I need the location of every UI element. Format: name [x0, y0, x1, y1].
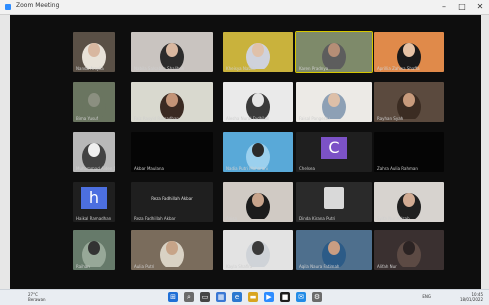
participant-tile[interactable]: Rayhan Syah: [374, 82, 444, 122]
participant-video: [397, 193, 421, 219]
participant-name: Haikal Ramadhan: [76, 216, 112, 221]
participant-name: Karen Pradnya: [299, 66, 329, 71]
participant-name: Dinda Kirana Putri: [299, 216, 336, 221]
window-title: Zoom Meeting: [16, 2, 60, 9]
participant-tile[interactable]: Alifah Nur: [374, 230, 444, 270]
participant-name: Akbar Maulana: [134, 166, 164, 171]
participant-video: [246, 93, 270, 119]
participant-tile[interactable]: Dinda Kirana Putri: [296, 182, 372, 222]
participant-name: Nadia Putri Maharani: [226, 166, 268, 171]
close-button[interactable]: ✕: [471, 0, 489, 14]
participant-video: [82, 241, 106, 267]
clock-date[interactable]: 18/01/2022: [460, 297, 483, 302]
participant-video: [322, 93, 346, 119]
store-icon[interactable]: ■: [280, 292, 290, 302]
participant-name: Nabila Salsabila Shalihah: [134, 66, 185, 71]
participant-tile[interactable]: Syifa Nur Azizah: [374, 182, 444, 222]
participant-tile[interactable]: Aqila Naura Fatimah: [296, 230, 372, 270]
participant-tile[interactable]: Zahra Aulia Rahman: [374, 132, 444, 172]
default-avatar-icon: [324, 187, 344, 209]
participant-tile[interactable]: C Chelsea: [296, 132, 372, 172]
participant-video: [82, 43, 106, 69]
name-overlay: Reza Fadhillah Akbar: [151, 196, 193, 201]
participant-name: Alesha Nurul Fadhilah: [226, 116, 270, 121]
participant-tile[interactable]: Aulia Putri: [131, 230, 213, 270]
participant-tile[interactable]: Nadia Putri Maharani: [223, 132, 293, 172]
participant-tile[interactable]: Faiz Rasyid Ramadhan: [131, 82, 213, 122]
participant-name: Rayhan Syah: [377, 116, 404, 121]
participant-name: Chelsea: [299, 166, 315, 171]
participant-video: [82, 143, 106, 169]
window-controls: – □ ✕: [435, 0, 489, 14]
participant-tile[interactable]: h Haikal Ramadhan: [73, 182, 115, 222]
participant-tile[interactable]: Kheisya Nabila: [223, 32, 293, 72]
participant-tile[interactable]: Muhammad Aiden Syafiq: [73, 132, 115, 172]
weather-widget[interactable]: 27°C Berawan: [28, 292, 46, 302]
system-tray: 10:45 18/01/2022: [460, 292, 483, 302]
avatar-letter: C: [321, 137, 347, 159]
participant-name: Zahra Aulia Rahman: [377, 166, 418, 171]
participant-name: Raihan: [76, 264, 90, 269]
participant-video: [246, 143, 270, 169]
participant-name: Kayla Shafira: [226, 264, 253, 269]
participant-tile[interactable]: Akbar Maulana: [131, 132, 213, 172]
participant-tile[interactable]: Reza Fadhillah Akbar Reza Fadhillah Akbar: [131, 182, 213, 222]
search-icon[interactable]: ⌕: [184, 292, 194, 302]
participant-video: [322, 241, 346, 267]
participant-video: [82, 93, 106, 119]
participant-tile[interactable]: Alesha Nurul Fadhilah: [223, 82, 293, 122]
participant-name: Muhammad Aiden Syafiq: [76, 166, 115, 171]
windows-taskbar: 27°C Berawan ⊞ ⌕ ▭ ▦ e ▬ ▶ ■ ✉ ⚙ 10:45 1…: [0, 289, 489, 305]
taskbar-apps: ⊞ ⌕ ▭ ▦ e ▬ ▶ ■ ✉ ⚙: [168, 292, 322, 302]
file-explorer-icon[interactable]: ▬: [248, 292, 258, 302]
task-view-icon[interactable]: ▭: [200, 292, 210, 302]
participant-tile[interactable]: Faisal Pangestu: [296, 82, 372, 122]
participant-tile[interactable]: Raihan: [73, 230, 115, 270]
maximize-button[interactable]: □: [453, 0, 471, 14]
start-icon[interactable]: ⊞: [168, 292, 178, 302]
participant-name: Faisal Pangestu: [299, 116, 330, 121]
participant-video: [160, 93, 184, 119]
zoom-app-icon: [5, 4, 11, 10]
participant-name: Kheisya Nabila: [226, 66, 256, 71]
participant-video: [397, 43, 421, 69]
participant-video: [397, 93, 421, 119]
participant-tile[interactable]: Kayla Shafira: [223, 230, 293, 270]
participant-tile[interactable]: Nabila Salsabila Shalihah: [131, 32, 213, 72]
participant-name: Syifa Nur Azizah: [377, 216, 410, 221]
participant-tile[interactable]: Nanda Arsyila: [73, 32, 115, 72]
participant-name: Alifah Nur: [377, 264, 397, 269]
participant-video: [246, 43, 270, 69]
participant-video: [397, 241, 421, 267]
zoom-taskbar-icon[interactable]: ▶: [264, 292, 274, 302]
settings-icon[interactable]: ⚙: [312, 292, 322, 302]
participant-name: Faiz Rasyid Ramadhan: [134, 116, 179, 121]
avatar-letter: h: [81, 187, 107, 209]
language-indicator[interactable]: ENG: [422, 294, 431, 299]
participant-name: Reza Fadhillah Akbar: [134, 216, 176, 221]
participant-video: [246, 193, 270, 219]
participant-video: [160, 43, 184, 69]
participant-tile[interactable]: Anisa: [223, 182, 293, 222]
participant-name: Nanda Arsyila: [76, 66, 104, 71]
edge-browser-icon[interactable]: e: [232, 292, 242, 302]
participant-video: [322, 43, 346, 69]
right-edge-panel: [481, 15, 489, 289]
participant-video: [160, 241, 184, 267]
participant-name: Bima Yusuf: [76, 116, 99, 121]
participant-tile[interactable]: Karen Pradnya: [295, 31, 373, 73]
participant-tile[interactable]: Aprillia Zahwa Shaffa: [374, 32, 444, 72]
participant-name: Anisa: [226, 216, 237, 221]
participant-tile[interactable]: Bima Yusuf: [73, 82, 115, 122]
minimize-button[interactable]: –: [435, 0, 453, 14]
widgets-icon[interactable]: ▦: [216, 292, 226, 302]
participant-name: Aulia Putri: [134, 264, 155, 269]
participant-name: Aprillia Zahwa Shaffa: [377, 66, 420, 71]
left-edge-panel: [0, 15, 10, 289]
window-titlebar: Zoom Meeting – □ ✕: [0, 0, 489, 15]
participant-video: [246, 241, 270, 267]
weather-desc: Berawan: [28, 297, 46, 302]
mail-icon[interactable]: ✉: [296, 292, 306, 302]
participant-name: Aqila Naura Fatimah: [299, 264, 340, 269]
